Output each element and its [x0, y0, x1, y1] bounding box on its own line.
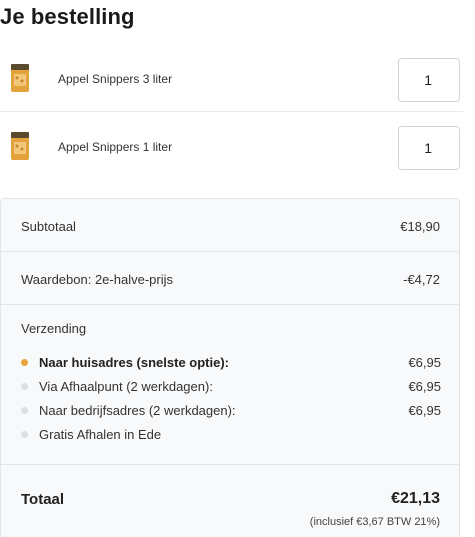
- shipping-option-price: €6,95: [408, 379, 441, 394]
- shipping-option-label: Naar bedrijfsadres (2 werkdagen):: [39, 403, 236, 418]
- item-name: Appel Snippers 3 liter: [58, 72, 173, 86]
- radio-selected-icon[interactable]: [21, 359, 28, 366]
- shipping-option-free-pickup[interactable]: Gratis Afhalen in Ede: [21, 425, 441, 445]
- product-bag-icon: [11, 64, 29, 92]
- subtotal-row: Subtotaal €18,90: [1, 199, 459, 252]
- voucher-value: -€4,72: [403, 272, 440, 287]
- radio-unselected-icon[interactable]: [21, 407, 28, 414]
- total-value: €21,13: [391, 490, 440, 507]
- voucher-label: Waardebon: 2e-halve-prijs: [21, 272, 173, 287]
- shipping-heading: Verzending: [21, 321, 87, 336]
- quantity-input[interactable]: [398, 126, 460, 170]
- shipping-section: Verzending Naar huisadres (snelste optie…: [1, 305, 459, 465]
- product-bag-icon: [11, 132, 29, 160]
- total-row: Totaal €21,13 (inclusief €3,67 BTW 21%): [1, 465, 459, 537]
- order-summary: Subtotaal €18,90 Waardebon: 2e-halve-pri…: [0, 198, 460, 537]
- radio-unselected-icon[interactable]: [21, 383, 28, 390]
- shipping-option-business[interactable]: Naar bedrijfsadres (2 werkdagen): €6,95: [21, 401, 441, 421]
- vat-note: (inclusief €3,67 BTW 21%): [309, 516, 440, 528]
- shipping-option-label: Gratis Afhalen in Ede: [39, 427, 162, 442]
- subtotal-value: €18,90: [400, 219, 440, 234]
- item-name: Appel Snippers 1 liter: [58, 140, 173, 154]
- page-title: Je bestelling: [0, 4, 135, 29]
- quantity-input[interactable]: [398, 58, 460, 102]
- subtotal-label: Subtotaal: [21, 219, 76, 234]
- shipping-option-label: Naar huisadres (snelste optie):: [39, 355, 229, 370]
- voucher-row: Waardebon: 2e-halve-prijs -€4,72: [1, 252, 459, 305]
- cart-item: Appel Snippers 1 liter: [0, 118, 463, 180]
- radio-unselected-icon[interactable]: [21, 431, 28, 438]
- shipping-option-label: Via Afhaalpunt (2 werkdagen):: [39, 379, 213, 394]
- shipping-option-price: €6,95: [408, 403, 441, 418]
- shipping-option-pickup-point[interactable]: Via Afhaalpunt (2 werkdagen): €6,95: [21, 377, 441, 397]
- total-label: Totaal: [21, 491, 65, 508]
- shipping-option-home[interactable]: Naar huisadres (snelste optie): €6,95: [21, 353, 441, 373]
- shipping-option-price: €6,95: [408, 355, 441, 370]
- cart-item: Appel Snippers 3 liter: [0, 50, 463, 112]
